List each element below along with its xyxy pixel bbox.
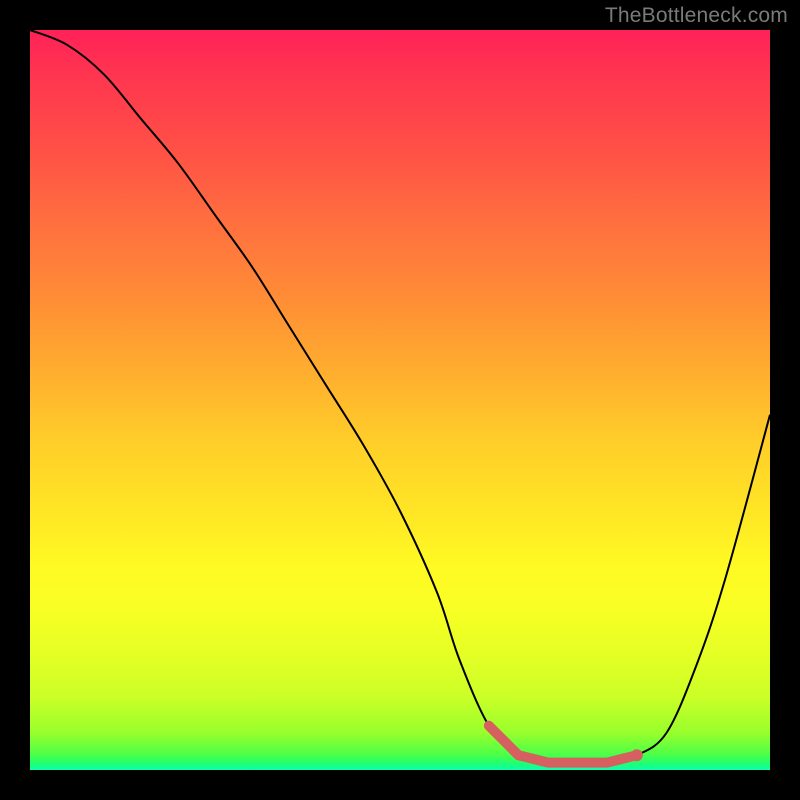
optimal-range-marker	[489, 726, 637, 763]
bottleneck-curve-line	[30, 30, 770, 763]
watermark-text: TheBottleneck.com	[605, 4, 788, 28]
optimal-range-end-dot	[631, 749, 643, 761]
chart-svg	[30, 30, 770, 770]
chart-plot-area	[30, 30, 770, 770]
